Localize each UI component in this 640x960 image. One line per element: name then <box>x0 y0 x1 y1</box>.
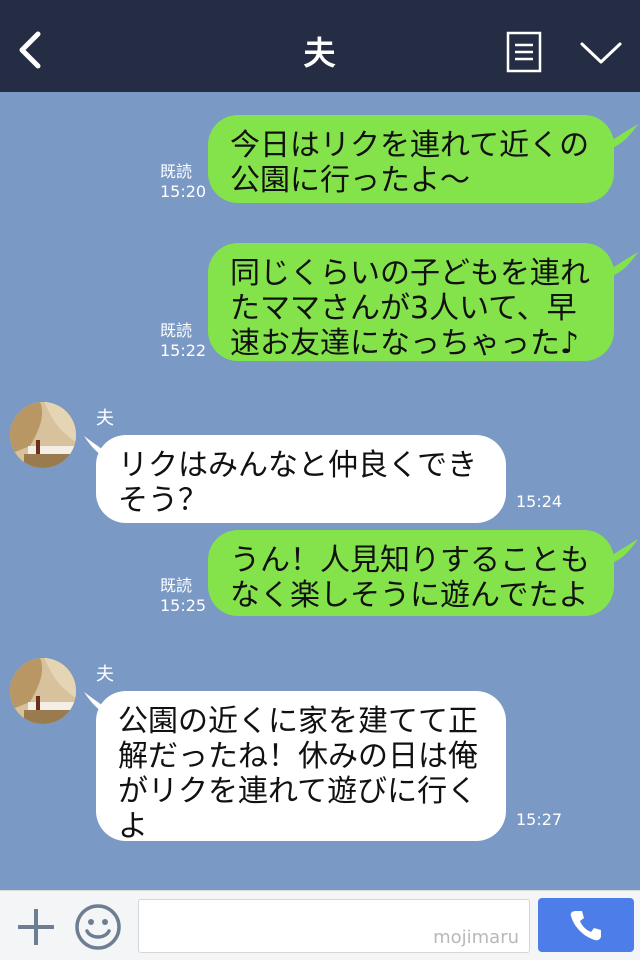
message-time: 15:24 <box>516 492 563 511</box>
sender-name: 夫 <box>96 408 114 429</box>
incoming-message-bubble[interactable]: リクはみんなと仲良くでき そう？ <box>96 435 506 523</box>
message-time: 15:22 <box>160 341 207 360</box>
call-button[interactable] <box>538 898 634 952</box>
message-status: 既読 15:25 <box>160 576 206 616</box>
incoming-message-bubble[interactable]: 公園の近くに家を建てて正 解だったね！休みの日は俺 がリクを連れて遊びに行く よ <box>96 691 506 844</box>
read-receipt: 既読 <box>160 321 193 340</box>
chat-title: 夫 <box>303 34 337 72</box>
message-status: 既読 15:22 <box>160 321 206 361</box>
outgoing-message-bubble[interactable]: 同じくらいの子どもを連れ たママさんが3人いて、早 速お友達になっちゃった♪ <box>208 243 614 361</box>
avatar-image <box>10 658 76 724</box>
chat-header: 夫 <box>0 0 640 92</box>
menu-list-icon[interactable] <box>506 31 542 73</box>
watermark: mojimaru <box>433 927 519 948</box>
phone-icon <box>570 911 601 941</box>
input-bar: mojimaru <box>0 890 640 960</box>
message-status: 既読 15:20 <box>160 162 206 202</box>
read-receipt: 既読 <box>160 162 193 181</box>
plus-icon[interactable] <box>14 905 58 949</box>
message-time: 15:27 <box>516 810 563 829</box>
outgoing-message-bubble[interactable]: うん！人見知りすることも なく楽しそうに遊んでたよ <box>208 530 614 616</box>
smile-icon[interactable] <box>74 903 122 951</box>
sender-name: 夫 <box>96 664 114 685</box>
contact-avatar[interactable] <box>10 402 76 468</box>
read-receipt: 既読 <box>160 576 193 595</box>
contact-avatar[interactable] <box>10 658 76 724</box>
outgoing-message-bubble[interactable]: 今日はリクを連れて近くの 公園に行ったよ〜 <box>208 115 614 203</box>
message-time: 15:25 <box>160 596 207 615</box>
message-time: 15:20 <box>160 182 207 201</box>
avatar-image <box>10 402 76 468</box>
chevron-down-icon[interactable] <box>578 36 624 70</box>
chat-area[interactable]: 既読 15:20 今日はリクを連れて近くの 公園に行ったよ〜 既読 15:22 … <box>0 92 640 890</box>
message-input[interactable]: mojimaru <box>138 899 530 953</box>
